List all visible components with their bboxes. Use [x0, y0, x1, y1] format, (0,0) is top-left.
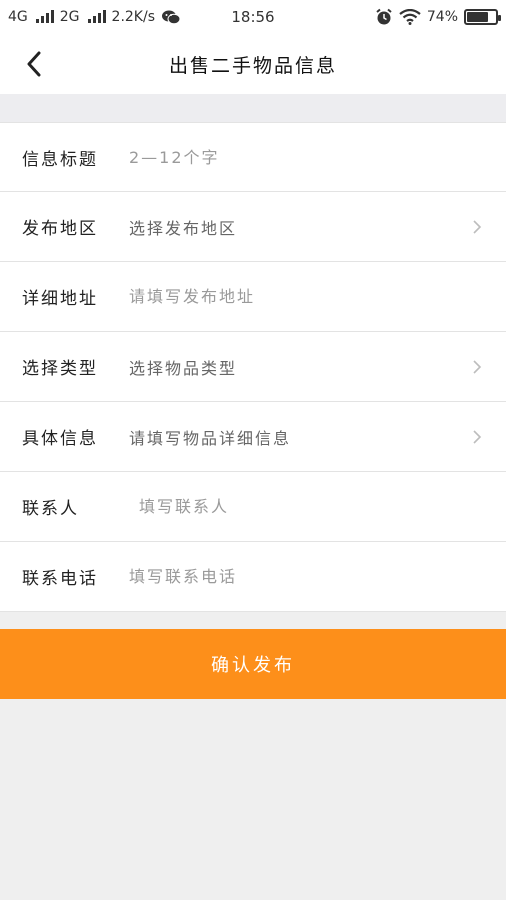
- region-select[interactable]: 选择发布地区: [129, 215, 484, 239]
- row-detail[interactable]: 具体信息 请填写物品详细信息: [0, 402, 506, 472]
- signal-icon: [35, 10, 54, 23]
- network-speed: 2.2K/s: [111, 9, 155, 25]
- address-label: 详细地址: [22, 289, 98, 309]
- row-address: 详细地址: [0, 262, 506, 332]
- address-input[interactable]: [129, 287, 484, 306]
- row-phone: 联系电话: [0, 542, 506, 612]
- network-4g-label: 4G: [8, 9, 28, 25]
- chevron-right-icon: [473, 220, 482, 234]
- phone-input[interactable]: [129, 567, 484, 586]
- wifi-icon: [399, 9, 421, 25]
- row-region[interactable]: 发布地区 选择发布地区: [0, 192, 506, 262]
- contact-input[interactable]: [129, 497, 484, 516]
- confirm-publish-button[interactable]: 确认发布: [0, 629, 506, 699]
- page-title: 出售二手物品信息: [168, 54, 337, 77]
- type-select[interactable]: 选择物品类型: [129, 355, 484, 379]
- section-gap: [0, 94, 506, 122]
- info-title-input[interactable]: [129, 147, 484, 167]
- info-title-label: 信息标题: [22, 149, 98, 170]
- status-right: 74%: [375, 8, 501, 26]
- chevron-right-icon: [473, 360, 482, 374]
- nav-bar: 出售二手物品信息: [0, 34, 506, 94]
- row-type[interactable]: 选择类型 选择物品类型: [0, 332, 506, 402]
- type-label: 选择类型: [22, 359, 98, 379]
- chevron-left-icon: [27, 51, 41, 77]
- alarm-icon: [376, 8, 392, 25]
- contact-label: 联系人: [22, 499, 79, 519]
- battery-text: 74%: [426, 9, 458, 25]
- status-left: 4G 2G 2.2K/s: [8, 9, 181, 25]
- row-info-title: 信息标题: [0, 122, 506, 192]
- wechat-icon: [162, 10, 181, 25]
- row-contact: 联系人: [0, 472, 506, 542]
- status-bar: 4G 2G 2.2K/s 18:56 74%: [0, 0, 506, 34]
- region-label: 发布地区: [22, 219, 98, 239]
- detail-label: 具体信息: [22, 429, 98, 449]
- back-button[interactable]: [18, 48, 50, 80]
- sell-form: 信息标题 发布地区 选择发布地区 详细地址 选择类型 选择物品类型 具体信息 请…: [0, 122, 506, 612]
- battery-icon: [464, 9, 501, 25]
- phone-label: 联系电话: [22, 569, 98, 589]
- network-2g-label: 2G: [59, 9, 80, 25]
- chevron-right-icon: [473, 430, 482, 444]
- detail-select[interactable]: 请填写物品详细信息: [129, 425, 484, 449]
- signal-icon-2: [87, 10, 106, 23]
